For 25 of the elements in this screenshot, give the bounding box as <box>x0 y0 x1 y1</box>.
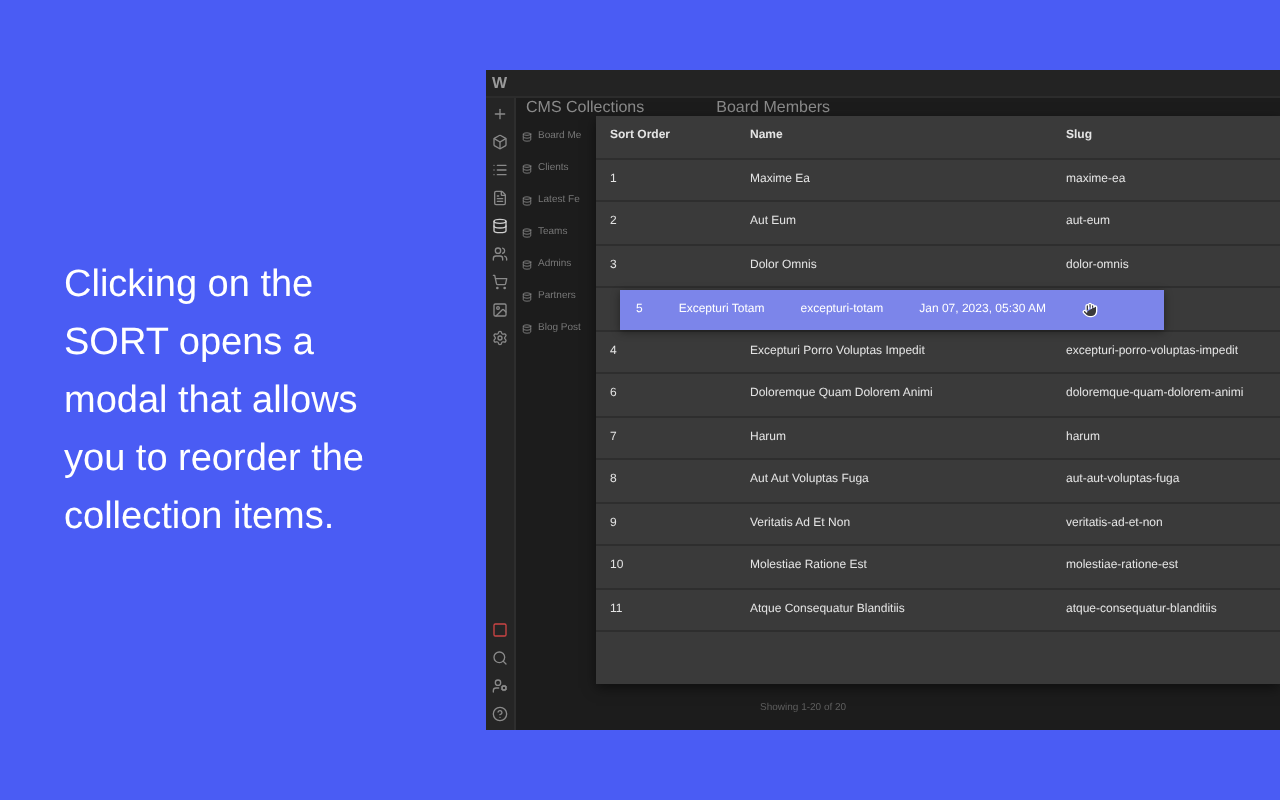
caption-text: Clicking on the SORT opens a modal that allows you to reorder the collection items. <box>64 261 366 541</box>
database-icon <box>522 163 532 173</box>
file-icon[interactable] <box>492 190 508 206</box>
help-icon[interactable] <box>492 706 508 722</box>
settings-icon[interactable] <box>492 330 508 346</box>
users-icon[interactable] <box>492 246 508 262</box>
database-icon[interactable] <box>492 218 508 234</box>
database-icon <box>522 323 532 333</box>
user-icon[interactable] <box>492 678 508 694</box>
list-icon[interactable] <box>492 162 508 178</box>
database-icon <box>522 131 532 141</box>
hand-icon <box>1082 302 1099 318</box>
database-icon <box>522 291 532 301</box>
square-icon[interactable] <box>492 622 508 638</box>
search-icon[interactable] <box>492 650 508 666</box>
database-icon <box>522 195 532 205</box>
cart-icon[interactable] <box>492 274 508 290</box>
database-icon <box>522 227 532 237</box>
app-logo: W <box>492 74 508 92</box>
collections-title: CMS Collections <box>526 98 645 116</box>
image-icon[interactable] <box>492 302 508 318</box>
plus-icon[interactable] <box>492 106 508 122</box>
box-icon[interactable] <box>492 134 508 150</box>
collection-name: Board Members <box>716 98 831 116</box>
database-icon <box>522 259 532 269</box>
